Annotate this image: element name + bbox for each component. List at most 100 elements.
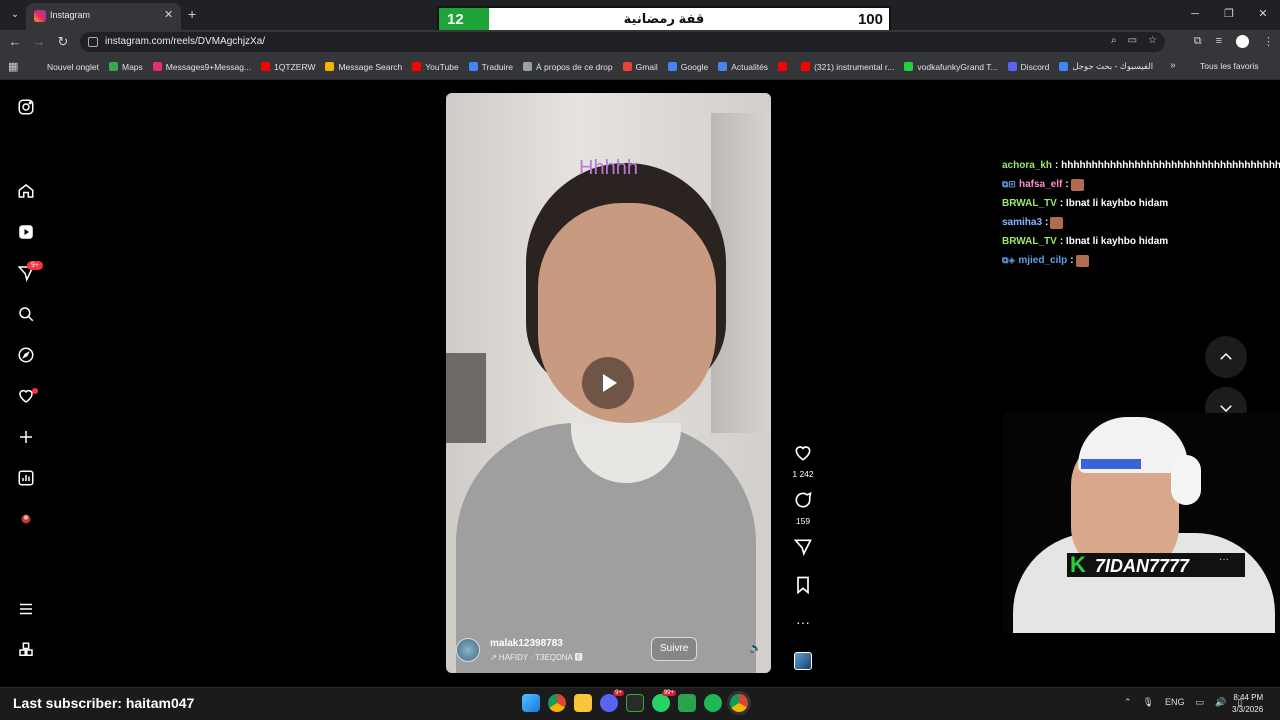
- share-button[interactable]: [786, 537, 820, 562]
- bookmark-item[interactable]: vodkafunkyGrand T...: [904, 61, 998, 72]
- bookmark-item[interactable]: 1QTZERW: [261, 61, 315, 72]
- bookmark-favicon-icon: [904, 62, 914, 71]
- tab-search-icon[interactable]: ⌄: [6, 6, 24, 24]
- last-subscriber-text: Last subscriber: haitam047: [13, 695, 195, 711]
- media-player-icon[interactable]: [626, 694, 644, 712]
- home-icon[interactable]: [17, 182, 35, 200]
- microphone-icon[interactable]: 🎙: [1143, 697, 1154, 708]
- bookmark-item[interactable]: Discord: [1007, 61, 1049, 72]
- volume-icon[interactable]: 🔊: [1215, 697, 1226, 708]
- cam-headphones: [1171, 455, 1201, 505]
- more-bookmarks-icon[interactable]: »: [1170, 60, 1176, 71]
- reading-list-icon[interactable]: ≡: [1216, 35, 1222, 48]
- restore-icon[interactable]: ❐: [1212, 0, 1246, 28]
- reload-icon[interactable]: ↻: [54, 34, 72, 50]
- chrome-icon[interactable]: [548, 694, 566, 712]
- url-field[interactable]: instagram.com/reels/DVMAgchjzXa/ ⌕ ▭ ☆: [80, 32, 1165, 52]
- also-from-meta-icon[interactable]: [17, 641, 35, 659]
- heart-icon: [795, 446, 811, 461]
- bookmark-item[interactable]: الفيسبوك - بحث جوجل: [1059, 61, 1153, 72]
- clock[interactable]: 8:44 PM 3/3/2026: [1232, 692, 1263, 716]
- tab-instagram[interactable]: Instagram ✕: [26, 3, 181, 30]
- reels-icon[interactable]: [17, 223, 35, 241]
- reel-audio-track[interactable]: ↗ HAFIDY · T3EQDNA 🅴: [490, 652, 583, 663]
- chrome-active-icon[interactable]: [730, 694, 748, 712]
- display-icon[interactable]: ▭: [1196, 697, 1205, 708]
- like-button[interactable]: 1 242: [786, 443, 820, 479]
- bookmark-favicon-icon: [801, 62, 811, 71]
- spotify-icon[interactable]: [704, 694, 722, 712]
- more-options-icon[interactable]: ···: [786, 614, 820, 630]
- windows-start-icon[interactable]: [522, 694, 540, 712]
- profile-avatar-icon[interactable]: [1236, 35, 1249, 48]
- bookmark-item[interactable]: Maps: [108, 61, 143, 72]
- more-menu-icon[interactable]: [17, 600, 35, 618]
- language-indicator[interactable]: ENG: [1165, 697, 1185, 708]
- profile-avatar-icon[interactable]: [17, 510, 35, 528]
- reel-video[interactable]: Hhhhh malak12398783 ↗ HAFIDY · T3EQDNA 🅴…: [446, 93, 771, 673]
- bookmark-item[interactable]: Nouvel onglet: [34, 61, 99, 72]
- bookmark-favicon-icon: [108, 62, 118, 71]
- tab-close-icon[interactable]: ✕: [164, 8, 173, 21]
- author-username[interactable]: malak12398783: [490, 638, 563, 649]
- bookmark-item[interactable]: À propos de ce drop: [523, 61, 613, 72]
- bookmark-favicon-icon: [152, 62, 162, 71]
- author-avatar[interactable]: [456, 638, 480, 662]
- instagram-logo-icon[interactable]: [17, 98, 35, 116]
- bookmark-item[interactable]: Traduire: [468, 61, 513, 72]
- bookmark-item[interactable]: Messages9+Messag...: [152, 61, 252, 72]
- bookmark-label: À propos de ce drop: [536, 61, 613, 72]
- clock-date: 3/3/2026: [1232, 705, 1264, 714]
- play-button[interactable]: [582, 357, 634, 409]
- whatsapp-icon[interactable]: 99+: [652, 690, 676, 712]
- bookmark-item[interactable]: Actualités: [718, 61, 768, 72]
- bookmark-item[interactable]: Gmail: [622, 61, 658, 72]
- previous-reel-button[interactable]: [1205, 336, 1247, 378]
- chat-message: BRWAL_TV: Ibnat li kayhbo hidam: [1002, 232, 1280, 251]
- search-icon[interactable]: [17, 305, 35, 323]
- bookmark-favicon-icon: [34, 62, 43, 71]
- system-tray: ⌃ 🎙 ENG ▭ 🔊 ▯: [1124, 697, 1242, 708]
- mute-icon[interactable]: 🔈: [749, 643, 761, 654]
- notifications-dot: [32, 388, 38, 394]
- chat-text: :: [1045, 217, 1049, 228]
- close-window-icon[interactable]: ✕: [1246, 0, 1280, 28]
- apps-grid-icon[interactable]: ▦: [8, 60, 18, 73]
- instagram-favicon-icon: [34, 10, 46, 22]
- bookmark-item[interactable]: Google: [667, 61, 708, 72]
- dashboard-icon[interactable]: [17, 469, 35, 487]
- menu-kebab-icon[interactable]: ⋮: [1263, 35, 1274, 48]
- minimize-icon[interactable]: ─: [1178, 0, 1212, 28]
- bookmark-label: Nouvel onglet: [47, 61, 99, 72]
- clock-time: 8:44 PM: [1233, 693, 1264, 702]
- create-plus-icon[interactable]: [17, 428, 35, 446]
- file-explorer-icon[interactable]: [574, 694, 592, 712]
- bookmark-item[interactable]: (321) instrumental r...: [801, 61, 894, 72]
- audio-thumbnail[interactable]: [794, 652, 812, 670]
- bookmark-star-icon[interactable]: ☆: [1148, 35, 1157, 46]
- bookmark-label: Messages9+Messag...: [165, 61, 252, 72]
- forward-icon[interactable]: →: [30, 34, 48, 50]
- follow-button[interactable]: Suivre: [651, 637, 698, 661]
- comment-button[interactable]: 159: [786, 490, 820, 526]
- extensions-icon[interactable]: ⧉: [1194, 35, 1202, 48]
- bookmark-item[interactable]: YouTube: [412, 61, 459, 72]
- bookmark-item[interactable]: [778, 61, 791, 72]
- zoom-icon[interactable]: ⌕: [1111, 35, 1117, 46]
- new-tab-icon[interactable]: +: [188, 6, 196, 22]
- cast-icon[interactable]: ▭: [1128, 35, 1137, 46]
- site-info-icon[interactable]: [88, 37, 98, 47]
- tray-chevron-icon[interactable]: ⌃: [1124, 697, 1132, 708]
- explore-compass-icon[interactable]: [17, 346, 35, 364]
- save-button[interactable]: [786, 575, 820, 600]
- discord-icon[interactable]: 9+: [600, 690, 624, 712]
- phone-link-icon[interactable]: [678, 694, 696, 712]
- cam-more-icon[interactable]: ···: [1219, 554, 1229, 565]
- back-icon[interactable]: ←: [6, 34, 24, 50]
- chat-emote-icon: [1050, 216, 1064, 229]
- like-count: 1 242: [792, 469, 814, 479]
- bookmark-label: Actualités: [731, 61, 769, 72]
- all-bookmarks-folder[interactable]: Tous les favoris: [1200, 61, 1259, 71]
- instagram-page: 9+ Hhhhh malak12398783 ↗ HAFIDY · T3EQDN…: [0, 80, 1280, 687]
- bookmark-item[interactable]: Message Search: [325, 61, 402, 72]
